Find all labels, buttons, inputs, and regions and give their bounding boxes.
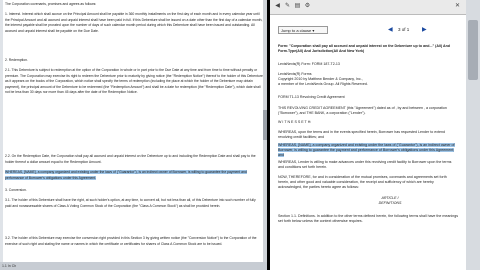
close-icon[interactable]: ✕ [454, 3, 461, 10]
doc-paragraph: 1. Interest. Interest which shall accrue… [5, 12, 263, 33]
copyright-line: a member of the LexisNexis Group. All Ri… [278, 82, 368, 86]
lexisnexis-form-id: LexisNexis(R) Form: FORM 187-T2-13 [278, 62, 340, 66]
form-title: Form: "Corporation shall pay all accrued… [278, 44, 450, 53]
next-result-icon[interactable]: ▶ [422, 26, 427, 34]
document-page: The Corporation covenants, promises and … [3, 0, 263, 262]
jump-to-clause-select[interactable]: Jump to a clause ▾ [278, 26, 328, 34]
recital: WHEREAS, upon the terms and in the event… [278, 130, 446, 139]
document-scrollbar-thumb[interactable] [263, 110, 267, 140]
doc-paragraph: 3.2. The holder of this Debenture may ex… [5, 236, 257, 246]
highlighted-text-selection[interactable]: WHEREAS, [NAME], a company organized and… [5, 170, 263, 181]
recital: THIS REVOLVING CREDIT AGREEMENT (this "A… [278, 106, 447, 115]
panel-scrollbar-thumb[interactable] [468, 20, 478, 80]
doc-paragraph: The Corporation covenants, promises and … [5, 2, 97, 6]
form-name: FORM T1-13 Revolving Credit Agreement [278, 95, 345, 99]
print-icon[interactable]: ▤ [294, 3, 301, 10]
doc-paragraph: 3.1. The holder of this Debenture shall … [5, 198, 256, 208]
doc-heading: 2. Redemption. [5, 58, 28, 62]
status-bar: 1.1 In Ch [0, 262, 267, 270]
doc-heading: 3. Conversion. [5, 188, 27, 192]
page-indicator: 3 of 1 [398, 27, 410, 32]
clause-panel: ◀ ✎ ▤ ⚙ ✕ Jump to a clause ▾ ◀ 3 of 1 ▶ … [270, 0, 466, 270]
document-pane: The Corporation covenants, promises and … [0, 0, 267, 270]
prev-result-icon[interactable]: ◀ [388, 26, 393, 34]
article-subheading: DEFINITIONS [378, 201, 402, 205]
recital: WHEREAS, Lender is willing to make advan… [278, 160, 452, 169]
doc-paragraph: 2.1. This Debenture is subject to redemp… [5, 68, 263, 94]
witnesseth: W I T N E S S E T H: [278, 120, 312, 124]
pen-icon[interactable]: ✎ [284, 3, 291, 10]
back-icon[interactable]: ◀ [274, 3, 281, 10]
settings-icon[interactable]: ⚙ [304, 3, 311, 10]
doc-paragraph: 2.2. On the Redemption Date, the Corpora… [5, 154, 256, 164]
panel-toolbar: ◀ ✎ ▤ ⚙ ✕ [270, 0, 466, 15]
recital: NOW, THEREFORE, for and in consideration… [278, 175, 447, 189]
highlighted-recital[interactable]: WHEREAS, [NAME], a company organized and… [278, 143, 458, 158]
section-text: Section 1.1. Definitions. In addition to… [278, 214, 458, 223]
